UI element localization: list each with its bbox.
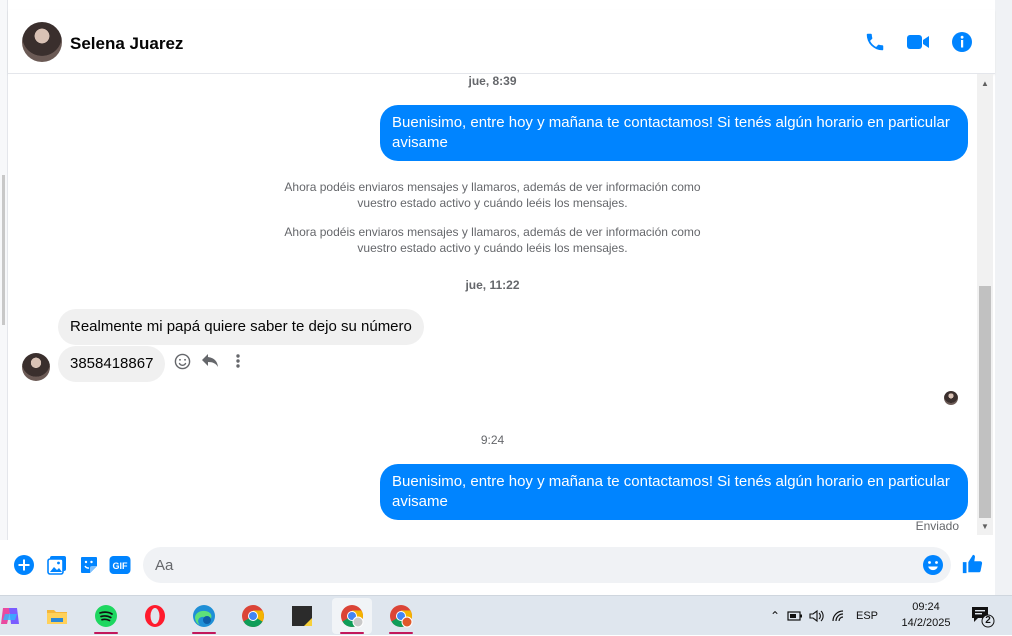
chrome-profile-2-icon[interactable] bbox=[381, 598, 421, 634]
react-emoji-icon[interactable] bbox=[172, 351, 192, 371]
spotify-icon[interactable] bbox=[86, 598, 126, 634]
photo-gallery-icon[interactable] bbox=[46, 554, 68, 576]
chrome-icon[interactable] bbox=[233, 598, 273, 634]
contact-avatar[interactable] bbox=[22, 22, 62, 62]
emoji-icon[interactable] bbox=[922, 554, 944, 576]
taskbar-clock[interactable]: 09:24 14/2/2025 bbox=[896, 599, 956, 631]
chrome-profile-1-icon[interactable] bbox=[332, 598, 372, 634]
left-panel-edge bbox=[0, 0, 8, 595]
file-explorer-icon[interactable] bbox=[37, 598, 77, 634]
delivery-status: Enviado bbox=[915, 519, 959, 533]
edge-icon[interactable] bbox=[184, 598, 224, 634]
system-notice: Ahora podéis enviaros mensajes y llamaro… bbox=[8, 224, 977, 256]
chevron-up-icon[interactable]: ⌃ bbox=[766, 609, 784, 623]
left-scrollbar-thumb[interactable] bbox=[2, 175, 5, 325]
clock-time: 09:24 bbox=[912, 601, 940, 613]
plus-circle-icon[interactable] bbox=[13, 554, 35, 576]
contact-name[interactable]: Selena Juarez bbox=[70, 34, 183, 54]
chat-scrollbar-thumb[interactable] bbox=[979, 286, 991, 518]
incoming-message[interactable]: 3858418867 bbox=[58, 346, 166, 382]
message-list[interactable]: jue, 8:39 Buenisimo, entre hoy y mañana … bbox=[8, 74, 977, 535]
notification-count: 2 bbox=[985, 615, 991, 626]
thumbs-up-icon[interactable] bbox=[961, 553, 983, 575]
more-options-icon[interactable] bbox=[228, 351, 248, 371]
message-composer: GIF bbox=[0, 540, 995, 595]
clock-date: 14/2/2025 bbox=[901, 617, 951, 629]
system-notice-line: vuestro estado activo y cuándo leéis los… bbox=[357, 241, 628, 255]
seen-indicator-avatar bbox=[944, 391, 958, 405]
gif-label: GIF bbox=[113, 561, 129, 571]
battery-icon[interactable] bbox=[784, 610, 806, 622]
reply-icon[interactable] bbox=[200, 351, 220, 371]
scroll-down-arrow-icon[interactable]: ▼ bbox=[977, 519, 993, 533]
system-notice-line: vuestro estado activo y cuándo leéis los… bbox=[357, 196, 628, 210]
chat-header: Selena Juarez bbox=[8, 10, 995, 74]
contact-avatar-small[interactable] bbox=[22, 353, 50, 381]
input-language-indicator[interactable]: ESP bbox=[850, 610, 884, 622]
info-icon[interactable] bbox=[950, 30, 974, 54]
system-notice: Ahora podéis enviaros mensajes y llamaro… bbox=[8, 179, 977, 211]
sticker-icon[interactable] bbox=[78, 554, 100, 576]
system-tray: ⌃ ESP bbox=[766, 596, 884, 636]
incoming-message[interactable]: Realmente mi papá quiere saber te dejo s… bbox=[58, 309, 424, 345]
message-input-container[interactable] bbox=[143, 547, 951, 583]
window-top-strip bbox=[0, 0, 1012, 595]
system-notice-line: Ahora podéis enviaros mensajes y llamaro… bbox=[284, 225, 701, 239]
messenger-window: Selena Juarez jue, 8:39 Buenisimo, entre… bbox=[0, 0, 1012, 595]
copilot-icon[interactable] bbox=[0, 598, 30, 634]
speaker-icon[interactable] bbox=[806, 609, 828, 623]
message-actions bbox=[172, 351, 248, 371]
timestamp: jue, 8:39 bbox=[468, 74, 517, 88]
video-camera-icon[interactable] bbox=[906, 30, 930, 54]
outgoing-message[interactable]: Buenisimo, entre hoy y mañana te contact… bbox=[380, 464, 968, 520]
scroll-up-arrow-icon[interactable]: ▲ bbox=[977, 76, 993, 90]
message-input[interactable] bbox=[155, 547, 915, 583]
chat-scrollbar[interactable]: ▲ ▼ bbox=[977, 74, 993, 535]
wifi-icon[interactable] bbox=[828, 609, 850, 623]
outgoing-message[interactable]: Buenisimo, entre hoy y mañana te contact… bbox=[380, 105, 968, 161]
notification-center-icon[interactable]: 2 bbox=[970, 604, 996, 628]
system-notice-line: Ahora podéis enviaros mensajes y llamaro… bbox=[284, 180, 701, 194]
windows-taskbar: ⌃ ESP 09:24 14/2/2025 2 bbox=[0, 595, 1012, 635]
phone-icon[interactable] bbox=[863, 30, 887, 54]
timestamp: jue, 11:22 bbox=[465, 278, 520, 292]
opera-icon[interactable] bbox=[135, 598, 175, 634]
gif-icon[interactable]: GIF bbox=[109, 554, 131, 576]
sticky-notes-icon[interactable] bbox=[282, 598, 322, 634]
timestamp: 9:24 bbox=[480, 433, 505, 447]
